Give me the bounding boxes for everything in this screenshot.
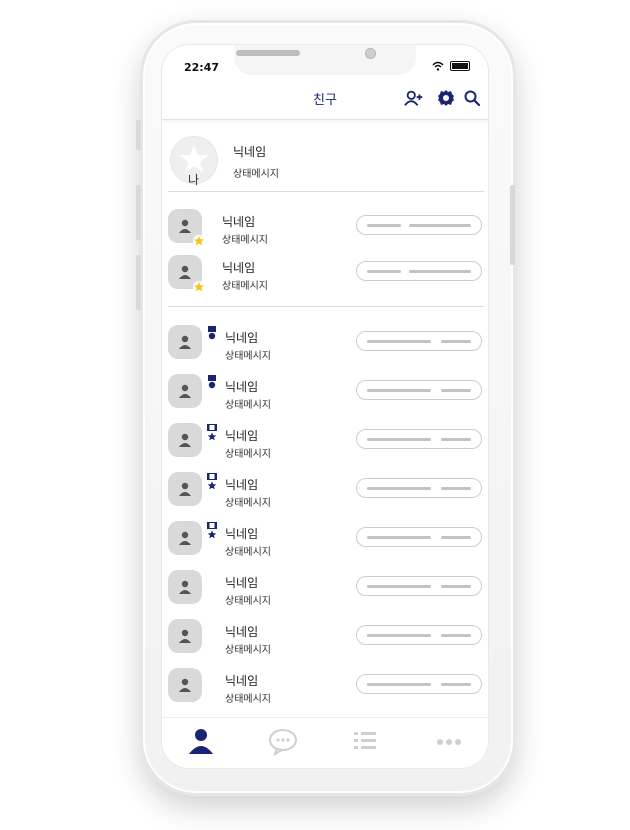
friend-action-pill[interactable] [356,215,482,235]
friend-avatar [168,570,202,604]
medal-icon [208,326,216,340]
search-icon[interactable] [462,89,482,107]
person-icon [179,678,191,692]
friend-action-pill[interactable] [356,527,482,547]
friend-nickname: 닉네임 [225,576,259,590]
friend-nickname: 닉네임 [225,380,259,394]
friend-status-message: 상태메시지 [225,498,271,509]
gear-icon[interactable] [436,89,456,107]
person-icon [179,384,191,398]
friend-row[interactable]: 닉네임 상태메시지 [168,419,484,463]
friend-nickname: 닉네임 [225,527,259,541]
star-medal-icon [207,522,217,539]
friend-action-pill[interactable] [356,576,482,596]
star-medal-icon [207,424,217,441]
me-label: 나 [188,173,200,187]
friend-status-message: 상태메시지 [225,351,271,362]
section-divider [168,306,484,307]
friend-action-pill[interactable] [356,478,482,498]
friend-row[interactable]: 닉네임 상태메시지 [168,517,484,561]
my-nickname: 닉네임 [233,145,267,159]
side-button [136,255,141,310]
friend-nickname: 닉네임 [225,625,259,639]
friend-avatar [168,472,202,506]
friend-status-message: 상태메시지 [222,235,268,246]
friend-avatar [168,668,202,702]
side-button [510,185,515,265]
friend-avatar [168,423,202,457]
tab-friends-person-icon[interactable] [186,726,216,756]
friend-action-pill[interactable] [356,674,482,694]
person-icon [179,219,191,233]
side-button [136,185,141,240]
friend-avatar [168,521,202,555]
favorite-star-icon [193,281,205,293]
friend-status-message: 상태메시지 [225,596,271,607]
tab-chat-bubble-icon[interactable] [268,726,298,756]
friend-avatar [168,619,202,653]
bottom-tab-bar [162,717,488,768]
status-icons [432,61,470,71]
friend-action-pill[interactable] [356,429,482,449]
friend-action-pill[interactable] [356,331,482,351]
section-divider [168,191,484,192]
friend-row[interactable]: 닉네임 상태메시지 [168,370,484,414]
medal-icon [208,375,216,389]
friend-action-pill[interactable] [356,625,482,645]
person-icon [179,482,191,496]
favorite-star-icon [193,235,205,247]
star-medal-icon [207,473,217,490]
friend-avatar [168,374,202,408]
friend-row[interactable]: 닉네임 상태메시지 [168,321,484,365]
favorite-friend-row[interactable]: 닉네임 상태메시지 [168,251,484,295]
status-time: 22:47 [184,61,220,74]
person-icon [179,433,191,447]
friend-nickname: 닉네임 [225,478,259,492]
side-button [136,120,141,150]
app-header: 친구 [162,75,488,120]
speaker [236,50,300,56]
friend-row[interactable]: 닉네임 상태메시지 [168,615,484,659]
tab-more-dots-icon[interactable] [434,726,464,756]
friend-action-pill[interactable] [356,261,482,281]
friend-nickname: 닉네임 [225,429,259,443]
friend-status-message: 상태메시지 [225,645,271,656]
friend-status-message: 상태메시지 [225,449,271,460]
person-icon [179,531,191,545]
person-icon [179,335,191,349]
tab-list-icon[interactable] [350,726,380,756]
person-icon [179,265,191,279]
app-screen: 22:47 친구 나 닉네임 상태메시지 닉네임 상태메시지 닉네임 상태메시지… [161,44,489,769]
friend-status-message: 상태메시지 [222,281,268,292]
friend-row[interactable]: 닉네임 상태메시지 [168,566,484,610]
favorite-friend-row[interactable]: 닉네임 상태메시지 [168,205,484,249]
friend-status-message: 상태메시지 [225,400,271,411]
wifi-icon [432,61,444,71]
friend-row[interactable]: 닉네임 상태메시지 [168,664,484,708]
friend-action-pill[interactable] [356,380,482,400]
camera [365,48,376,59]
my-status-message: 상태메시지 [233,169,279,180]
battery-icon [450,61,470,71]
person-icon [179,629,191,643]
person-icon [179,580,191,594]
friend-nickname: 닉네임 [225,674,259,688]
add-friend-icon[interactable] [404,89,424,107]
my-profile-row[interactable]: 나 닉네임 상태메시지 [168,131,484,191]
friend-status-message: 상태메시지 [225,694,271,705]
friend-nickname: 닉네임 [225,331,259,345]
friend-avatar [168,325,202,359]
friend-nickname: 닉네임 [222,215,256,229]
friend-nickname: 닉네임 [222,261,256,275]
friend-status-message: 상태메시지 [225,547,271,558]
friend-row[interactable]: 닉네임 상태메시지 [168,468,484,512]
